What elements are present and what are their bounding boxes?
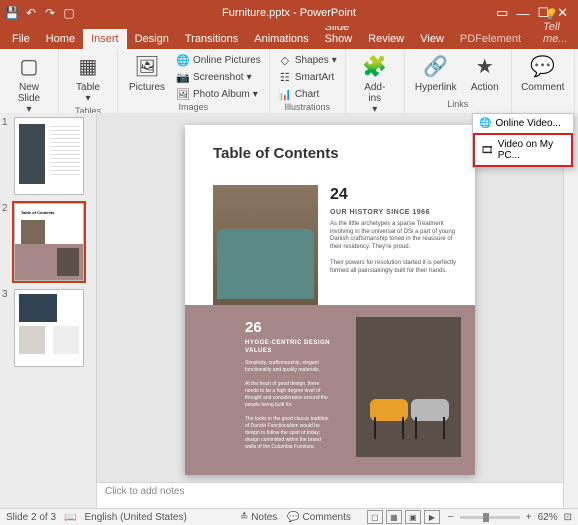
zoom-out-button[interactable]: − [448,512,454,523]
online-pictures-icon: 🌐 [176,53,190,67]
tell-me-search[interactable]: 💡 Tell me... [535,4,575,49]
table-icon: ▦ [75,54,101,80]
slide-thumbnail-1[interactable] [14,117,84,195]
sofa-image [213,185,318,305]
shapes-icon: ◇ [278,53,292,67]
pictures-button[interactable]: 🖼Pictures [124,52,170,95]
photo-album-icon: 🖼 [176,87,190,101]
screenshot-button[interactable]: 📷Screenshot ▾ [174,69,263,85]
new-slide-button[interactable]: ▢New Slide▾ [6,52,52,117]
slide-thumbnail-3[interactable] [14,289,84,367]
screenshot-icon: 📷 [176,70,190,84]
hyperlink-button[interactable]: 🔗Hyperlink [411,52,461,95]
chairs-image [356,317,461,457]
sorter-view-button[interactable]: ▦ [386,510,402,524]
tab-insert[interactable]: Insert [83,29,127,49]
action-button[interactable]: ★Action [465,52,505,95]
new-slide-icon: ▢ [16,54,42,80]
slide-canvas[interactable]: Table of Contents 24 OUR HISTORY SINCE 1… [185,125,475,475]
save-icon[interactable]: 💾 [4,5,20,21]
comments-toggle[interactable]: 💬 Comments [287,512,351,523]
tab-review[interactable]: Review [360,29,412,49]
redo-icon[interactable]: ↷ [42,5,58,21]
notes-toggle[interactable]: ≛ Notes [240,512,277,523]
notes-pane[interactable]: Click to add notes [97,482,563,509]
zoom-level[interactable]: 62% [538,512,558,523]
spellcheck-icon[interactable]: 📖 [64,512,76,523]
slideshow-view-button[interactable]: ▶ [424,510,440,524]
video-file-icon: 🎞 [481,145,494,156]
toc-heading: Table of Contents [213,145,339,162]
pictures-icon: 🖼 [134,54,160,80]
tab-view[interactable]: View [412,29,452,49]
tab-home[interactable]: Home [38,29,83,49]
addins-icon: 🧩 [362,54,388,80]
slide-thumbnails-panel: 1 2 Table of Contents 3 [0,113,97,509]
tab-animations[interactable]: Animations [246,29,316,49]
history-block: 24 OUR HISTORY SINCE 1966 As the little … [330,185,460,275]
minimize-icon[interactable]: — [516,6,529,21]
start-icon[interactable]: ▢ [61,5,77,21]
thumb-number: 3 [2,289,8,300]
thumb-number: 2 [2,203,8,214]
tab-pdfelement[interactable]: PDFelement [452,29,529,49]
tab-file[interactable]: File [4,29,38,49]
zoom-slider[interactable] [460,516,520,519]
chart-button[interactable]: 📊Chart [276,86,339,102]
hyperlink-icon: 🔗 [423,54,449,80]
shapes-button[interactable]: ◇Shapes ▾ [276,52,339,68]
comment-icon: 💬 [530,54,556,80]
comment-button[interactable]: 💬Comment [518,52,568,95]
zoom-in-button[interactable]: + [526,512,532,523]
table-button[interactable]: ▦Table▾ [65,52,111,106]
group-label-illustrations: Illustrations [285,102,331,113]
online-pictures-button[interactable]: 🌐Online Pictures [174,52,263,68]
language-indicator[interactable]: English (United States) [85,512,187,523]
online-video-item[interactable]: 🌐Online Video... [473,114,573,133]
undo-icon[interactable]: ↶ [23,5,39,21]
video-dropdown: 🌐Online Video... 🎞Video on My PC... [472,113,574,168]
normal-view-button[interactable]: ▢ [367,510,383,524]
video-on-pc-item[interactable]: 🎞Video on My PC... [473,133,573,167]
photo-album-button[interactable]: 🖼Photo Album ▾ [174,86,263,102]
reading-view-button[interactable]: ▣ [405,510,421,524]
action-icon: ★ [472,54,498,80]
ribbon-options-icon[interactable]: ▭ [496,5,508,21]
group-label-links: Links [447,99,468,110]
online-video-icon: 🌐 [479,118,491,129]
window-title: Furniture.pptx - PowerPoint [222,7,356,19]
addins-button[interactable]: 🧩Add- ins▾ [352,52,398,117]
slide-thumbnail-2[interactable]: Table of Contents [14,203,84,281]
slide-indicator: Slide 2 of 3 [6,512,56,523]
thumb-number: 1 [2,117,8,128]
group-label-images: Images [179,102,209,113]
vertical-scrollbar[interactable] [563,113,578,509]
hygge-block: 26 HYGGE-CENTRIC DESIGN VALUES Simplicit… [245,317,330,451]
tab-design[interactable]: Design [127,29,177,49]
tab-transitions[interactable]: Transitions [177,29,246,49]
fit-to-window-button[interactable]: ⊡ [564,512,572,523]
smartart-icon: ☷ [278,70,292,84]
chart-icon: 📊 [278,87,292,101]
smartart-button[interactable]: ☷SmartArt [276,69,339,85]
